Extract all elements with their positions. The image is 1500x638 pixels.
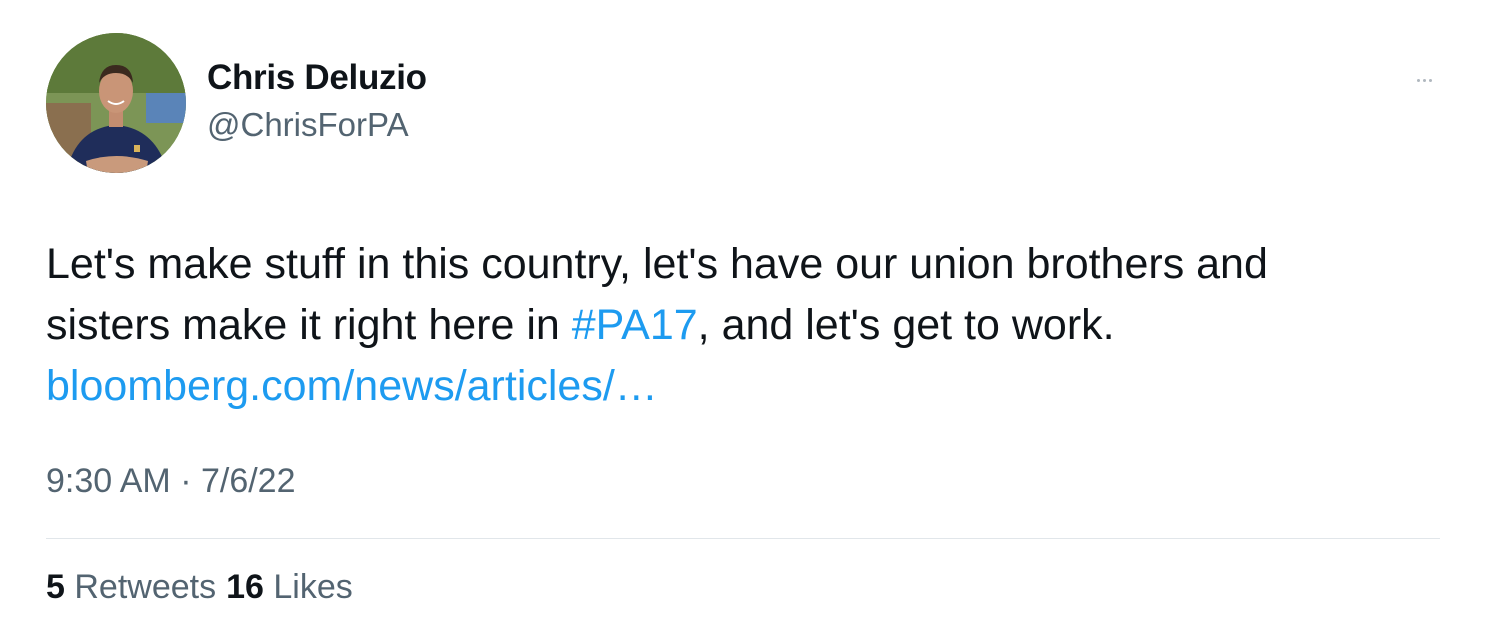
likes-count: 16 [226,568,264,606]
retweets-label: Retweets [74,568,217,606]
tweet-text: Let's make stuff in this country, let's … [46,234,1466,417]
tweet-text-segment: sisters make it right here in [46,301,572,349]
tweet-card: Chris Deluzio @ChrisForPA Let's make stu… [0,0,1500,638]
likes-label: Likes [273,568,353,606]
engagement-stats: 5 Retweets 16 Likes [46,568,363,607]
author-display-name[interactable]: Chris Deluzio [207,58,427,98]
tweet-text-line: Let's make stuff in this country, let's … [46,240,1268,288]
retweets-stat[interactable]: 5 Retweets [46,568,216,606]
article-link[interactable]: bloomberg.com/news/articles/… [46,362,658,410]
more-horizontal-icon [1416,78,1420,82]
divider [46,538,1440,539]
tweet-timestamp[interactable]: 9:30 AM · 7/6/22 [46,462,296,501]
timestamp-time: 9:30 AM [46,462,171,500]
retweets-count: 5 [46,568,65,606]
tweet-text-line: bloomberg.com/news/articles/… [46,356,1466,417]
tweet-text-segment: , and let's get to work. [697,301,1115,349]
avatar-photo [46,33,186,173]
timestamp-separator: · [170,462,201,500]
avatar[interactable] [46,33,186,173]
hashtag-link[interactable]: #PA17 [572,301,698,349]
likes-stat[interactable]: 16 Likes [226,568,353,606]
author-handle[interactable]: @ChrisForPA [207,106,409,144]
tweet-text-line: sisters make it right here in #PA17, and… [46,295,1466,356]
timestamp-date: 7/6/22 [200,462,296,500]
more-options-button[interactable] [1406,62,1442,98]
